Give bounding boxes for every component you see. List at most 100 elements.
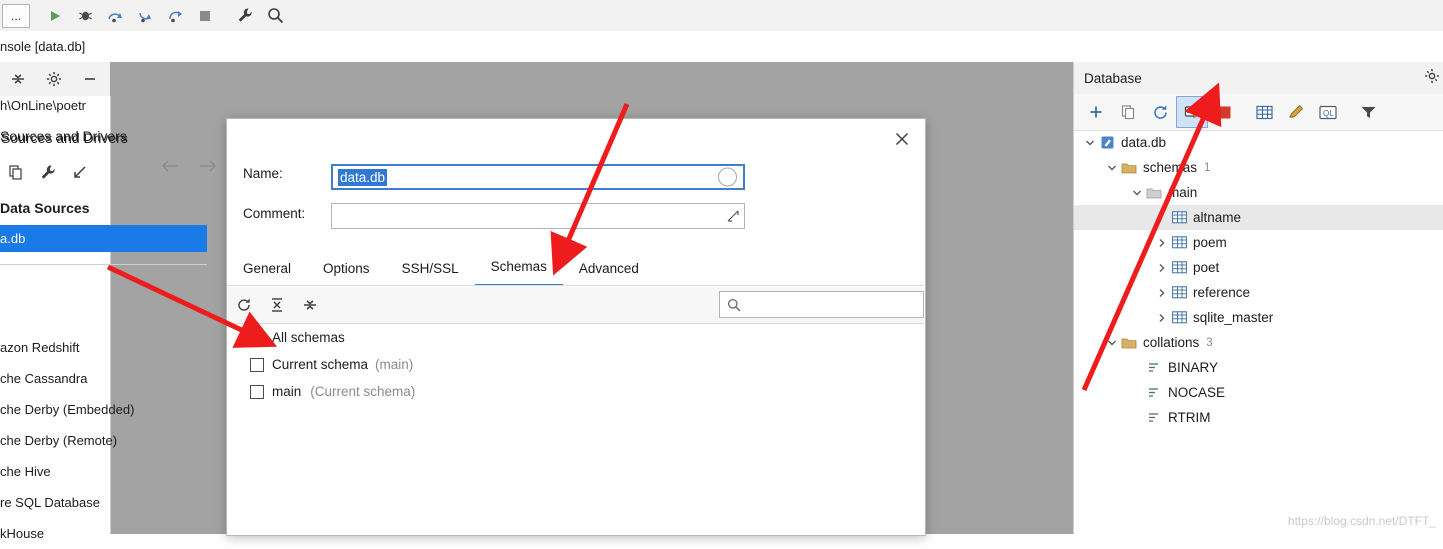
data-source-item-selected[interactable]: a.db [0, 225, 207, 252]
tree-row[interactable]: BINARY [1074, 355, 1443, 380]
back-arrow-icon[interactable] [160, 158, 180, 174]
driver-label: che Derby (Remote) [0, 433, 117, 448]
table-icon [1170, 235, 1188, 251]
expand-icon[interactable] [727, 210, 739, 222]
run-icon[interactable] [40, 2, 70, 30]
expand-all-icon[interactable] [0, 64, 36, 94]
forward-arrow-icon[interactable] [198, 158, 218, 174]
main-schema-checkbox[interactable] [250, 385, 264, 399]
tree-row[interactable]: altname [1074, 205, 1443, 230]
refresh-icon[interactable] [227, 289, 260, 321]
tree-row[interactable]: poet [1074, 255, 1443, 280]
name-label: Name: [243, 166, 331, 181]
tab-label: SSH/SSL [402, 261, 459, 276]
schema-label: All schemas [272, 330, 345, 345]
tree-row[interactable]: poem [1074, 230, 1443, 255]
collation-icon [1145, 410, 1163, 426]
step-into-icon[interactable] [130, 2, 160, 30]
tab-label: Advanced [579, 261, 639, 276]
tree-row[interactable]: NOCASE [1074, 380, 1443, 405]
tree-count: 1 [1204, 162, 1210, 174]
chevron-down-icon[interactable] [1129, 185, 1145, 201]
dialog-title-text: Sources and Drivers [1, 130, 128, 146]
list-item[interactable]: azon Redshift [0, 332, 208, 363]
tree-row[interactable]: schemas 1 [1074, 155, 1443, 180]
step-over-icon[interactable] [100, 2, 130, 30]
name-input[interactable]: data.db [331, 164, 745, 190]
tree-label: data.db [1121, 135, 1166, 150]
tree-row[interactable]: main [1074, 180, 1443, 205]
expand-all-icon[interactable] [293, 289, 326, 321]
search-icon[interactable] [260, 2, 290, 30]
schema-row-current[interactable]: Current schema (main) [227, 351, 924, 378]
tree-label: main [1168, 185, 1197, 200]
tab-ssh-ssl[interactable]: SSH/SSL [386, 252, 475, 286]
database-tree: data.db schemas 1 main [1074, 130, 1443, 430]
chevron-right-icon[interactable] [1154, 285, 1170, 301]
driver-label: azon Redshift [0, 340, 80, 355]
chevron-right-icon[interactable] [1154, 260, 1170, 276]
comment-label: Comment: [243, 206, 331, 221]
menu-button[interactable]: ... [2, 4, 30, 28]
collapse-all-icon[interactable] [260, 289, 293, 321]
folder-icon [1120, 335, 1138, 351]
chevron-down-icon[interactable] [1082, 135, 1098, 151]
settings-icon[interactable] [36, 64, 72, 94]
close-icon[interactable] [889, 127, 915, 151]
chevron-right-icon[interactable] [1154, 235, 1170, 251]
list-item[interactable]: re SQL Database [0, 487, 208, 518]
search-icon [727, 298, 741, 312]
schema-search-input[interactable] [719, 291, 924, 318]
comment-row: Comment: [243, 206, 331, 221]
import-icon[interactable] [64, 157, 96, 187]
tree-label: NOCASE [1168, 385, 1225, 400]
chevron-down-icon[interactable] [1104, 160, 1120, 176]
tab-options[interactable]: Options [307, 252, 386, 286]
minimize-icon[interactable] [72, 64, 108, 94]
list-item[interactable]: che Hive [0, 456, 208, 487]
schema-row-main[interactable]: main (Current schema) [227, 378, 924, 405]
tree-row[interactable]: collations 3 [1074, 330, 1443, 355]
copy-icon[interactable] [0, 157, 32, 187]
filter-icon[interactable] [1352, 96, 1384, 128]
driver-label: che Derby (Embedded) [0, 402, 134, 417]
console-tab[interactable]: nsole [data.db] [0, 39, 85, 54]
gear-icon[interactable] [1424, 68, 1440, 84]
driver-label: re SQL Database [0, 495, 100, 510]
edit-data-source-icon[interactable] [1176, 96, 1208, 128]
tab-general[interactable]: General [227, 252, 307, 286]
table-icon[interactable] [1248, 96, 1280, 128]
stop-icon[interactable] [190, 2, 220, 30]
tab-schemas[interactable]: Schemas [475, 250, 563, 286]
all-schemas-checkbox[interactable] [250, 331, 264, 345]
tab-label: Options [323, 261, 370, 276]
list-item[interactable]: che Derby (Embedded) [0, 394, 208, 425]
comment-input[interactable] [331, 203, 745, 229]
navigation-arrows [160, 158, 218, 174]
list-item[interactable]: che Cassandra [0, 363, 208, 394]
copy-icon[interactable] [1112, 96, 1144, 128]
tree-row[interactable]: reference [1074, 280, 1443, 305]
project-path: h\OnLine\poetr [0, 98, 108, 113]
debug-icon[interactable] [70, 2, 100, 30]
current-schema-checkbox[interactable] [250, 358, 264, 372]
tree-row[interactable]: RTRIM [1074, 405, 1443, 430]
tree-row[interactable]: data.db [1074, 130, 1443, 155]
list-item[interactable]: che Derby (Remote) [0, 425, 208, 456]
refresh-icon[interactable] [1144, 96, 1176, 128]
add-icon[interactable] [1080, 96, 1112, 128]
schema-note: (Current schema) [310, 384, 415, 399]
wrench-icon[interactable] [230, 2, 260, 30]
modify-pencil-icon[interactable] [1280, 96, 1312, 128]
schema-row-all[interactable]: All schemas [227, 324, 924, 351]
chevron-right-icon[interactable] [1154, 310, 1170, 326]
tree-label: altname [1193, 210, 1241, 225]
wrench-icon[interactable] [32, 157, 64, 187]
tab-advanced[interactable]: Advanced [563, 252, 655, 286]
step-out-icon[interactable] [160, 2, 190, 30]
chevron-down-icon[interactable] [1104, 335, 1120, 351]
sql-console-icon[interactable]: QL [1312, 96, 1344, 128]
tree-row[interactable]: sqlite_master [1074, 305, 1443, 330]
stop-icon[interactable] [1208, 96, 1240, 128]
tree-label: RTRIM [1168, 410, 1211, 425]
